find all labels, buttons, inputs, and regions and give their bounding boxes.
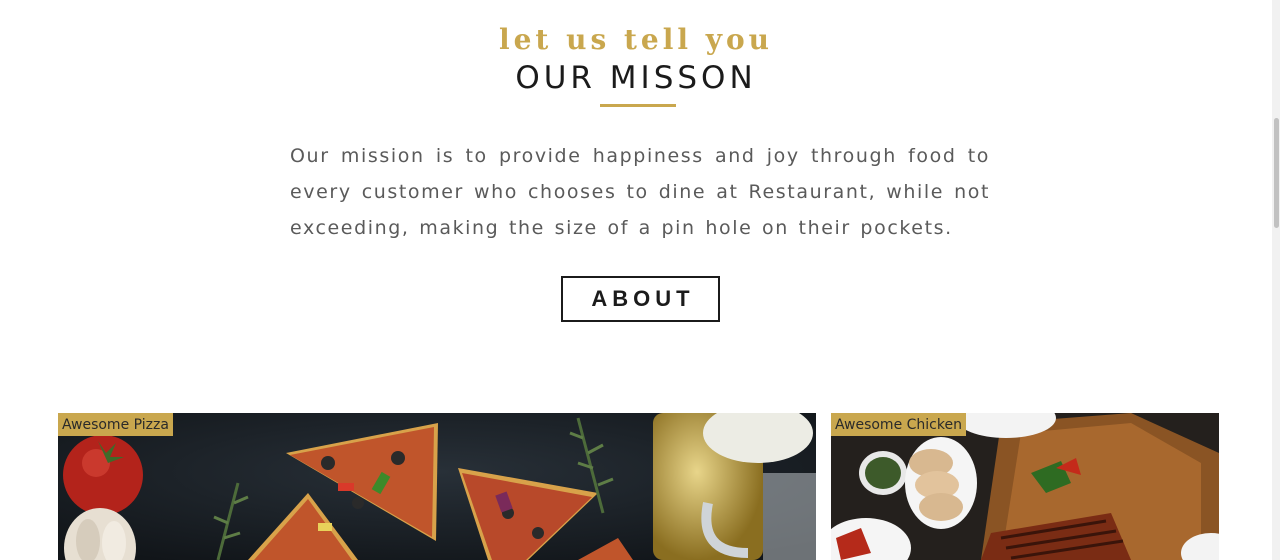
page-scrollbar[interactable] [1272, 0, 1280, 560]
mission-title: OUR MISSON [515, 60, 757, 96]
scrollbar-thumb[interactable] [1274, 118, 1279, 228]
about-button[interactable]: ABOUT [561, 276, 720, 322]
card-tag: Awesome Pizza [58, 413, 173, 436]
chicken-card[interactable]: Awesome Chicken [831, 413, 1219, 560]
pizza-card[interactable]: Awesome Pizza [58, 413, 816, 560]
mission-text: Our mission is to provide happiness and … [290, 145, 990, 239]
mission-eyebrow: let us tell you [498, 23, 774, 56]
title-underline [600, 104, 676, 107]
card-tag: Awesome Chicken [831, 413, 966, 436]
